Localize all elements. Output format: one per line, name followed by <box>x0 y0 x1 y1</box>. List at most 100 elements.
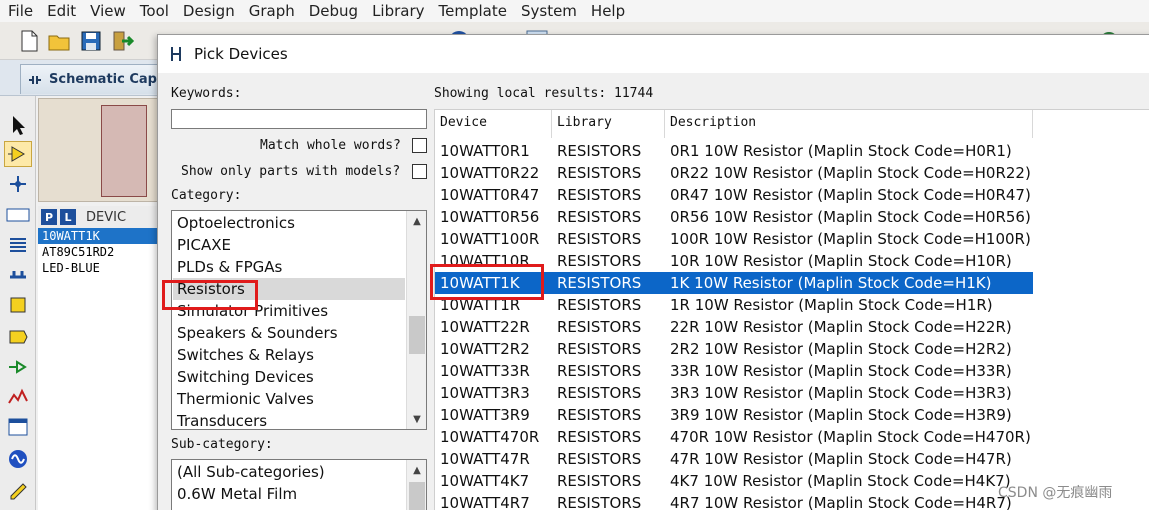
scroll-down-icon[interactable]: ▼ <box>407 410 426 428</box>
scroll-up-icon[interactable]: ▲ <box>407 212 426 230</box>
table-row[interactable]: 10WATT100R RESISTORS 100R 10W Resistor (Ma… <box>435 228 1033 250</box>
generator-tool[interactable] <box>4 446 32 472</box>
device-item[interactable]: LED-BLUE <box>38 260 160 276</box>
category-item[interactable]: Optoelectronics <box>177 212 295 234</box>
category-item[interactable]: Switching Devices <box>177 366 314 388</box>
wire-label-tool[interactable] <box>4 202 32 228</box>
category-item[interactable]: Thermionic Valves <box>177 388 314 410</box>
category-scrollbar[interactable]: ▲ ▼ <box>406 211 426 429</box>
table-row[interactable]: 10WATT22R RESISTORS 22R 10W Resistor (Mapl… <box>435 316 1033 338</box>
graph-icon <box>8 388 28 404</box>
scroll-thumb[interactable] <box>409 316 425 354</box>
table-row[interactable]: 10WATT2R2 RESISTORS 2R2 10W Resistor (Mapl… <box>435 338 1033 360</box>
table-row[interactable]: 10WATT0R56 RESISTORS 0R56 10W Resistor (Ma… <box>435 206 1033 228</box>
menu-graph[interactable]: Graph <box>241 2 301 20</box>
device-cell: 10WATT0R22 <box>440 164 540 182</box>
description-cell: 0R1 10W Resistor (Maplin Stock Code=H0R1… <box>670 142 1012 160</box>
scroll-thumb[interactable] <box>409 482 425 510</box>
table-row[interactable]: 10WATT470R RESISTORS 470R 10W Resistor (Ma… <box>435 426 1033 448</box>
menu-design[interactable]: Design <box>175 2 241 20</box>
menu-debug[interactable]: Debug <box>301 2 364 20</box>
schematic-icon <box>29 75 41 84</box>
new-file-icon[interactable] <box>16 28 42 54</box>
select-mode-tool[interactable] <box>4 112 32 138</box>
junction-icon <box>10 176 26 192</box>
category-item[interactable]: Switches & Relays <box>177 344 314 366</box>
library-manager-button[interactable]: L <box>60 209 76 225</box>
device-highlight-box <box>430 264 544 300</box>
device-item[interactable]: 10WATT1K <box>38 228 160 244</box>
library-cell: RESISTORS <box>557 362 642 380</box>
menu-view[interactable]: View <box>82 2 132 20</box>
table-row[interactable]: 10WATT47R RESISTORS 47R 10W Resistor (Mapl… <box>435 448 1033 470</box>
pick-devices-dialog: Pick Devices Keywords: Match whole words… <box>157 34 1149 510</box>
bus-tool[interactable] <box>4 262 32 288</box>
subcategory-item[interactable]: 0.6W Metal Film <box>177 483 297 505</box>
column-header-description[interactable]: Description <box>665 110 1033 138</box>
text-script-tool[interactable] <box>4 232 32 258</box>
device-cell: 10WATT4R7 <box>440 494 530 510</box>
device-cell: 10WATT2R2 <box>440 340 530 358</box>
menu-system[interactable]: System <box>513 2 583 20</box>
category-item[interactable]: Speakers & Sounders <box>177 322 338 344</box>
tab-schematic-capture[interactable]: Schematic Capt <box>20 64 170 94</box>
pin-icon <box>9 360 27 374</box>
save-icon[interactable] <box>78 28 104 54</box>
table-row[interactable]: 10WATT4K7 RESISTORS 4K7 10W Resistor (Mapl… <box>435 470 1033 492</box>
window-icon <box>8 418 28 436</box>
keywords-input[interactable] <box>171 109 427 129</box>
device-cell: 10WATT4K7 <box>440 472 530 490</box>
subcircuit-tool[interactable] <box>4 292 32 318</box>
table-row[interactable]: 10WATT33R RESISTORS 33R 10W Resistor (Mapl… <box>435 360 1033 382</box>
table-row[interactable]: 10WATT0R1 RESISTORS 0R1 10W Resistor (Mapl… <box>435 140 1033 162</box>
category-item[interactable]: PLDs & FPGAs <box>177 256 282 278</box>
results-summary: Showing local results: 11744 <box>434 86 654 101</box>
table-row[interactable]: 10WATT0R47 RESISTORS 0R47 10W Resistor (Ma… <box>435 184 1033 206</box>
graph-tool[interactable] <box>4 384 32 410</box>
probe-tool[interactable] <box>4 476 32 502</box>
library-cell: RESISTORS <box>557 318 642 336</box>
terminal-tool[interactable] <box>4 324 32 350</box>
description-cell: 47R 10W Resistor (Maplin Stock Code=H47R… <box>670 450 1012 468</box>
device-item[interactable]: AT89C51RD2 <box>38 244 160 260</box>
component-mode-tool[interactable] <box>4 141 32 167</box>
menu-file[interactable]: File <box>0 2 39 20</box>
description-cell: 0R47 10W Resistor (Maplin Stock Code=H0R… <box>670 186 1031 204</box>
show-only-models-checkbox[interactable] <box>412 164 427 179</box>
table-row[interactable]: 10WATT3R3 RESISTORS 3R3 10W Resistor (Mapl… <box>435 382 1033 404</box>
column-header-library[interactable]: Library <box>552 110 665 138</box>
match-whole-words-checkbox[interactable] <box>412 138 427 153</box>
text-lines-icon <box>10 238 26 252</box>
subcategory-scrollbar[interactable]: ▲ <box>406 460 426 510</box>
menu-template[interactable]: Template <box>431 2 513 20</box>
table-row[interactable]: 10WATT3R9 RESISTORS 3R9 10W Resistor (Mapl… <box>435 404 1033 426</box>
junction-dot-tool[interactable] <box>4 171 32 197</box>
category-item[interactable]: PICAXE <box>177 234 231 256</box>
menu-library[interactable]: Library <box>364 2 430 20</box>
tab-bar: Schematic Capt <box>0 60 170 96</box>
device-cell: 10WATT47R <box>440 450 530 468</box>
import-icon[interactable] <box>110 28 136 54</box>
subcategory-item[interactable]: (All Sub-categories) <box>177 461 325 483</box>
menu-edit[interactable]: Edit <box>39 2 82 20</box>
dialog-title: Pick Devices <box>194 45 288 63</box>
device-cell: 10WATT0R56 <box>440 208 540 226</box>
category-highlight-box <box>162 280 258 310</box>
device-cell: 10WATT470R <box>440 428 540 446</box>
column-header-device[interactable]: Device <box>435 110 552 138</box>
menu-tool[interactable]: Tool <box>132 2 175 20</box>
menu-help[interactable]: Help <box>583 2 631 20</box>
tape-recorder-tool[interactable] <box>4 414 32 440</box>
table-row[interactable]: 10WATT4R7 RESISTORS 4R7 10W Resistor (Mapl… <box>435 492 1033 510</box>
table-row[interactable]: 10WATT0R22 RESISTORS 0R22 10W Resistor (Ma… <box>435 162 1033 184</box>
scroll-up-icon[interactable]: ▲ <box>407 461 426 479</box>
category-item[interactable]: Transducers <box>177 410 267 429</box>
device-pin-tool[interactable] <box>4 354 32 380</box>
device-cell: 10WATT22R <box>440 318 530 336</box>
open-folder-icon[interactable] <box>46 28 72 54</box>
subcircuit-icon <box>10 297 26 313</box>
device-cell: 10WATT0R1 <box>440 142 530 160</box>
device-cell: 10WATT0R47 <box>440 186 540 204</box>
pick-devices-button[interactable]: P <box>41 209 57 225</box>
library-cell: RESISTORS <box>557 494 642 510</box>
